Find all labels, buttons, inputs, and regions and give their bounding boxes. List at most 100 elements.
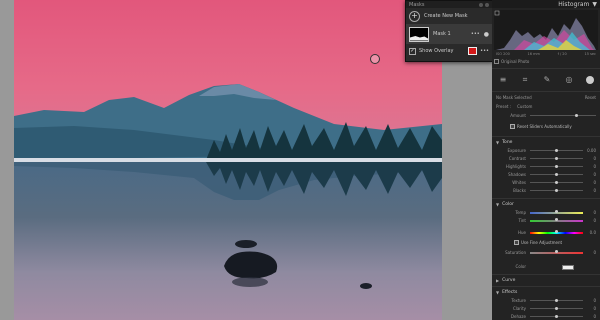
slider-thumb[interactable] [555,172,558,176]
slider-track[interactable] [530,250,583,254]
healing-icon[interactable]: ✎ [542,75,552,85]
amount-slider[interactable]: Amount [496,113,596,118]
redeye-icon[interactable]: ◎ [564,75,574,85]
slider-track[interactable] [530,172,583,176]
slider-track[interactable] [530,188,583,192]
whites-slider[interactable]: Whites 0 [496,180,596,185]
mask-name: Mask 1 [433,31,451,37]
slider-track[interactable] [530,148,583,152]
create-new-mask-button[interactable]: + Create New Mask [406,8,492,24]
slider-value[interactable]: 0 [586,314,596,319]
slider-thumb[interactable] [555,218,558,221]
slider-value[interactable]: 0 [586,164,596,169]
amount-track[interactable] [530,113,596,117]
original-photo-toggle[interactable]: Original Photo [494,59,529,64]
slider-track[interactable] [530,210,583,214]
slider-thumb[interactable] [555,306,558,310]
exposure-slider[interactable]: Exposure 0.00 [496,148,596,153]
slider-track[interactable] [530,314,583,318]
preset-dropdown[interactable]: Custom [517,104,532,109]
overlay-options-icon[interactable]: ••• [480,48,489,54]
slider-value[interactable]: 0 [586,180,596,185]
slider-track[interactable] [530,164,583,168]
reset-sliders-checkbox[interactable] [510,124,515,129]
fine-adjustment-checkbox[interactable] [514,240,519,245]
slider-track[interactable] [530,218,583,222]
close-icon[interactable] [485,2,489,7]
divider [492,198,600,199]
show-overlay-checkbox[interactable]: ✓ [409,47,416,55]
slider-thumb[interactable] [555,188,558,192]
eye-icon[interactable]: ● [484,31,489,38]
minimize-icon[interactable] [479,2,483,7]
slider-track[interactable] [530,230,583,234]
slider-thumb[interactable] [555,230,558,233]
color-section-header[interactable]: ▼ Color [496,201,596,207]
reset-sliders-checkbox-row[interactable]: Reset Sliders Automatically [510,124,572,129]
contrast-slider[interactable]: Contrast 0 [496,156,596,161]
slider-value[interactable]: 0 [586,188,596,193]
tone-section-header[interactable]: ▼ Tone [496,139,596,145]
collapse-triangle-icon[interactable]: ▼ [592,1,597,8]
tone-title: Tone [502,139,513,145]
texture-slider[interactable]: Texture 0 [496,298,596,303]
slider-value[interactable]: 0 [586,172,596,177]
divider [492,136,600,137]
original-photo-checkbox[interactable] [494,59,499,64]
slider-value[interactable]: 0 [586,298,596,303]
slider-thumb[interactable] [555,298,558,302]
masks-panel-header[interactable]: Masks [406,1,492,8]
sliders-icon[interactable]: ≡ [498,75,508,85]
expand-triangle-icon: ▼ [496,139,500,145]
slider-thumb[interactable] [555,156,558,160]
slider-thumb[interactable] [555,148,558,152]
curve-section-header[interactable]: ▶ Curve [496,277,596,283]
iso-info: ISO 200 [496,52,510,56]
slider-value[interactable]: 0 [586,250,596,255]
plus-icon: + [409,10,420,22]
slider-thumb[interactable] [555,210,558,213]
slider-label: Contrast [508,156,526,161]
temp-slider[interactable]: Temp 0 [496,210,596,215]
focal-info: 16 mm [527,52,540,56]
hue-slider[interactable]: Hue 0.0 [496,230,596,235]
slider-track[interactable] [530,180,583,184]
mask-list-item[interactable]: Mask 1 ••• ● [406,24,492,44]
slider-value[interactable]: 0 [586,218,596,223]
slider-value[interactable]: 0 [586,156,596,161]
overlay-color-swatch[interactable] [468,47,478,55]
slider-thumb[interactable] [555,314,558,318]
dehaze-slider[interactable]: Dehaze 0 [496,314,596,319]
shadows-slider[interactable]: Shadows 0 [496,172,596,177]
slider-thumb[interactable] [555,250,558,253]
slider-label: Saturation [505,250,526,255]
mask-options-icon[interactable]: ••• [471,31,480,37]
effects-section-header[interactable]: ▼ Effects [496,289,596,295]
color-title: Color [502,201,514,207]
tint-slider[interactable]: Tint 0 [496,218,596,223]
divider [492,274,600,275]
color-swatch[interactable] [562,265,574,270]
slider-value[interactable]: 0 [586,210,596,215]
slider-track[interactable] [530,298,583,302]
slider-label: Dehaze [510,314,526,319]
reset-button[interactable]: Reset [585,95,596,100]
histogram-header[interactable]: Histogram ▼ [492,0,600,8]
saturation-slider[interactable]: Saturation 0 [496,250,596,255]
slider-value[interactable]: 0.0 [586,230,596,235]
slider-value[interactable]: 0.00 [586,148,596,153]
photo-image [14,0,442,320]
slider-thumb[interactable] [555,164,558,168]
clarity-slider[interactable]: Clarity 0 [496,306,596,311]
blacks-slider[interactable]: Blacks 0 [496,188,596,193]
fine-adjustment-row[interactable]: Use Fine Adjustment [514,240,562,245]
amount-thumb[interactable] [574,113,578,117]
slider-thumb[interactable] [555,180,558,184]
slider-track[interactable] [530,306,583,310]
highlights-slider[interactable]: Highlights 0 [496,164,596,169]
crop-icon[interactable]: ⌗ [520,75,530,85]
window-controls[interactable] [479,2,489,7]
masking-icon[interactable] [586,76,594,84]
slider-value[interactable]: 0 [586,306,596,311]
slider-track[interactable] [530,156,583,160]
